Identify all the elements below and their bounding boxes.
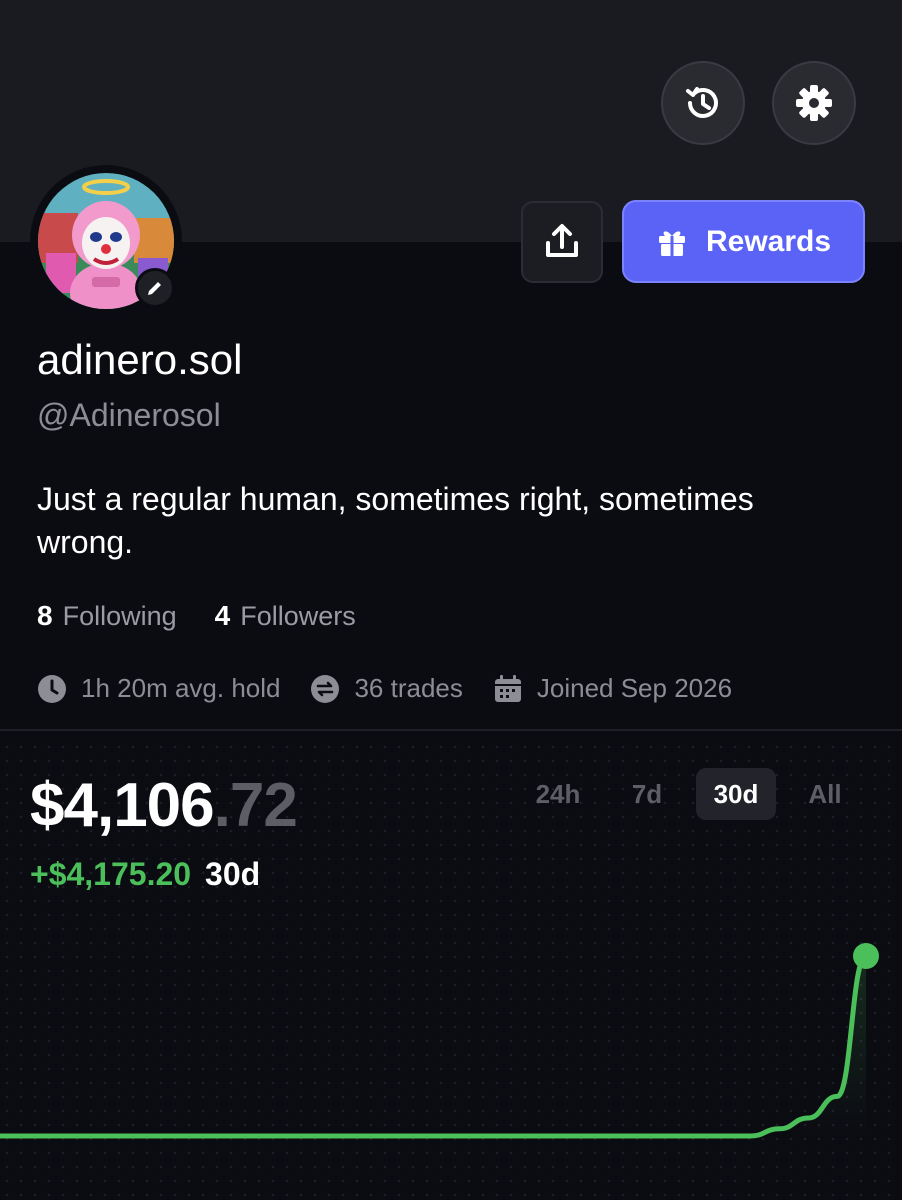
followers-count: 4 xyxy=(214,600,231,631)
rewards-button[interactable]: Rewards xyxy=(622,200,865,283)
trades-text: 36 trades xyxy=(354,673,463,703)
share-button[interactable] xyxy=(521,201,603,283)
following-count: 8 xyxy=(37,600,53,631)
pnl-period: 30d xyxy=(205,856,261,892)
chart-series-line xyxy=(0,953,869,1139)
joined-text: Joined Sep 2026 xyxy=(536,673,733,703)
tab-24h[interactable]: 24h xyxy=(518,768,598,820)
following-link[interactable]: 8 Following xyxy=(37,600,177,632)
trades-stat: 36 trades xyxy=(310,673,463,704)
followers-link[interactable]: 4 Followers xyxy=(215,600,356,632)
gift-icon xyxy=(658,230,685,256)
history-icon xyxy=(686,87,718,118)
display-name: adinero.sol xyxy=(37,336,243,383)
calendar-icon xyxy=(494,674,521,702)
chart-area-fill xyxy=(0,956,866,1136)
gear-icon xyxy=(796,85,832,121)
swap-icon xyxy=(311,674,340,703)
balance-dollars: $4,106 xyxy=(30,771,215,840)
tab-all[interactable]: All xyxy=(785,768,865,820)
followers-label: Followers xyxy=(240,601,356,631)
range-tabs: 24h 7d 30d All xyxy=(518,768,874,820)
divider xyxy=(0,729,902,731)
following-label: Following xyxy=(62,601,177,631)
history-button[interactable] xyxy=(661,61,745,145)
pnl-value: +$4,175.20 xyxy=(30,856,192,892)
follow-stats: 8 Following 4 Followers xyxy=(37,600,356,632)
avg-hold-text: 1h 20m avg. hold xyxy=(81,673,281,703)
balance-cents: .72 xyxy=(213,771,298,840)
avg-hold-stat: 1h 20m avg. hold xyxy=(37,673,280,704)
portfolio-balance: $4,106.72 xyxy=(30,770,298,841)
meta-stats: 1h 20m avg. hold 36 trades Joined Sep 20… xyxy=(37,673,732,704)
bio: Just a regular human, sometimes right, s… xyxy=(37,481,754,560)
joined-stat: Joined Sep 2026 xyxy=(493,673,732,704)
tab-30d[interactable]: 30d xyxy=(696,768,776,820)
clock-icon xyxy=(38,674,66,703)
user-handle: @Adinerosol xyxy=(37,397,221,433)
rewards-label: Rewards xyxy=(705,224,832,258)
chart-end-point xyxy=(853,943,879,969)
pnl-row: +$4,175.20 30d xyxy=(30,856,260,893)
settings-button[interactable] xyxy=(772,61,856,145)
pencil-icon xyxy=(148,282,161,295)
share-icon xyxy=(546,224,578,257)
tab-7d[interactable]: 7d xyxy=(607,768,687,820)
edit-avatar-button[interactable] xyxy=(135,268,175,308)
